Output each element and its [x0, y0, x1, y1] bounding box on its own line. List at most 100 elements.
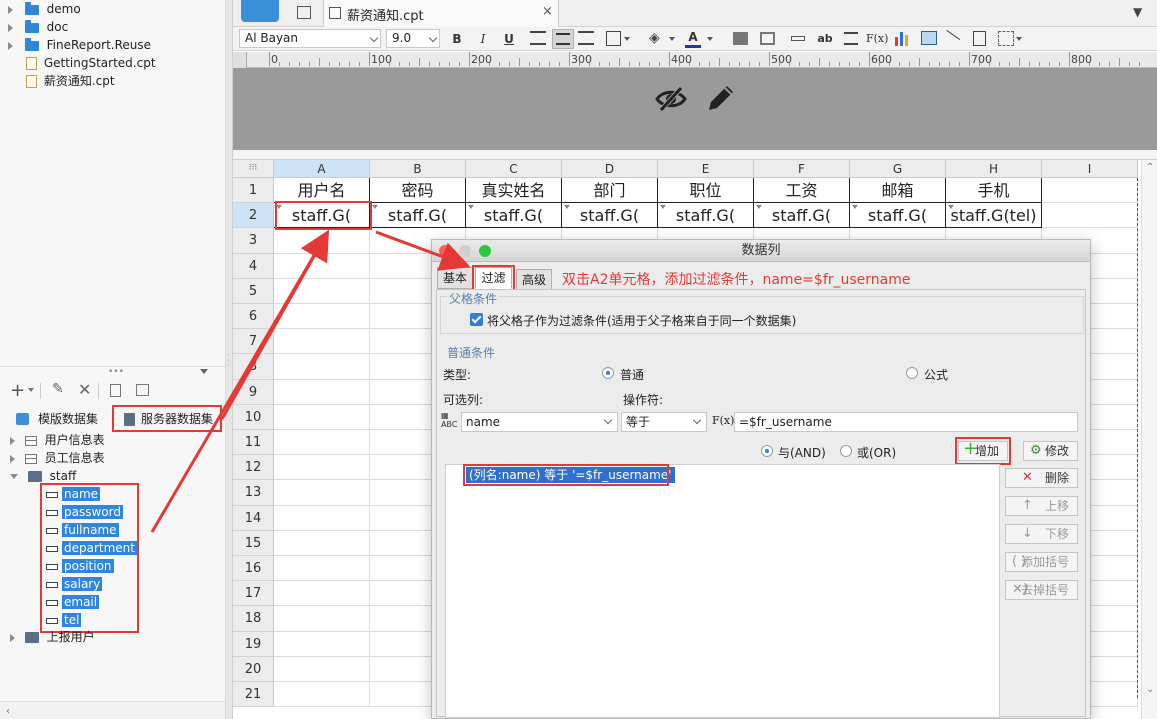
row-header[interactable]: 13	[233, 480, 274, 506]
row-header[interactable]: 10	[233, 404, 274, 430]
multiline-text-icon[interactable]	[844, 32, 858, 45]
delete-icon[interactable]: ✕	[78, 380, 91, 399]
chevron-down-icon[interactable]	[624, 37, 630, 41]
row-header[interactable]: 21	[233, 682, 274, 708]
table-cell[interactable]	[274, 253, 370, 279]
scroll-left-icon[interactable]: ‹	[6, 706, 10, 717]
remove-bracket-button[interactable]: ✕) 去掉括号	[1005, 580, 1078, 600]
subreport-icon[interactable]	[973, 31, 986, 46]
table-cell[interactable]	[1042, 178, 1138, 204]
expand-icon[interactable]	[8, 5, 13, 14]
move-up-button[interactable]: ↑ 上移	[1005, 496, 1078, 516]
type-normal-radio[interactable]	[602, 367, 614, 379]
zoom-window-icon[interactable]	[479, 245, 491, 257]
row-header[interactable]: 17	[233, 581, 274, 607]
formula-button[interactable]: F(x)	[866, 30, 888, 48]
fill-color-icon[interactable]: ◈	[649, 30, 660, 46]
dataset-query-icon[interactable]	[136, 384, 149, 396]
table-cell[interactable]: staff.G(	[466, 203, 562, 229]
font-color-button[interactable]: A	[685, 30, 701, 48]
underline-button[interactable]: U	[501, 30, 517, 48]
horizontal-scrollbar[interactable]: ‹	[0, 701, 225, 719]
chevron-down-icon[interactable]	[707, 37, 713, 41]
row-header[interactable]: 15	[233, 530, 274, 556]
row-header[interactable]: 4	[233, 253, 274, 279]
font-family-select[interactable]: Al Bayan	[239, 29, 381, 48]
unmerge-cells-icon[interactable]	[760, 32, 775, 45]
table-cell[interactable]: 职位	[658, 178, 754, 204]
expand-icon[interactable]	[10, 436, 15, 445]
row-header[interactable]: 20	[233, 656, 274, 682]
row-header[interactable]: 1	[233, 178, 274, 204]
ds-item-employee-info[interactable]: 员工信息表	[10, 449, 105, 467]
image-icon[interactable]	[921, 31, 937, 45]
ds-item-user-info[interactable]: 用户信息表	[10, 431, 105, 449]
table-cell[interactable]: staff.G(tel)	[946, 203, 1042, 229]
and-radio[interactable]	[761, 445, 773, 457]
table-cell[interactable]: staff.G(	[370, 203, 466, 229]
table-cell[interactable]	[274, 354, 370, 380]
select-all-corner[interactable]: ⁝⁝⁝	[233, 160, 274, 178]
table-cell[interactable]: staff.G(	[754, 203, 850, 229]
table-cell[interactable]: staff.G(	[850, 203, 946, 229]
parent-filter-checkbox[interactable]	[470, 313, 483, 326]
tree-item-finereport-reuse[interactable]: FineReport.Reuse	[8, 36, 151, 54]
table-cell[interactable]	[274, 505, 370, 531]
column-header[interactable]: A	[274, 160, 370, 178]
operator-select[interactable]: 等于	[621, 412, 707, 432]
row-header[interactable]: 12	[233, 455, 274, 481]
table-cell[interactable]	[274, 480, 370, 506]
row-header[interactable]: 19	[233, 631, 274, 657]
column-header[interactable]: I	[1042, 160, 1138, 178]
row-header[interactable]: 6	[233, 304, 274, 330]
font-size-select[interactable]: 9.0	[386, 29, 440, 48]
table-cell[interactable]	[274, 404, 370, 430]
text-ab-button[interactable]: ab	[816, 30, 834, 48]
widget-icon[interactable]	[998, 31, 1014, 46]
bold-button[interactable]: B	[449, 30, 465, 48]
row-header[interactable]: 2	[233, 203, 274, 229]
modify-condition-button[interactable]: ⚙ 修改	[1023, 441, 1078, 461]
row-header[interactable]: 16	[233, 556, 274, 582]
tab-advanced[interactable]: 高级	[516, 269, 552, 291]
hidden-eye-icon[interactable]	[655, 86, 687, 112]
table-cell[interactable]	[274, 530, 370, 556]
row-header[interactable]: 7	[233, 329, 274, 355]
edit-icon[interactable]: ✎	[52, 381, 64, 397]
table-cell[interactable]	[274, 656, 370, 682]
table-cell[interactable]: staff.G(	[562, 203, 658, 229]
row-header[interactable]: 14	[233, 505, 274, 531]
scroll-down-icon[interactable]: ⌄	[1146, 684, 1154, 695]
table-cell[interactable]	[274, 329, 370, 355]
table-cell[interactable]	[274, 682, 370, 708]
expand-icon[interactable]	[8, 23, 13, 32]
panel-divider[interactable]: · · ·	[226, 0, 233, 719]
tree-item-gettingstarted[interactable]: GettingStarted.cpt	[26, 54, 156, 72]
minimize-window-icon[interactable]	[459, 245, 471, 257]
tree-item-salary-notice[interactable]: 薪资通知.cpt	[26, 72, 115, 90]
table-cell[interactable]	[274, 304, 370, 330]
move-down-button[interactable]: ↓ 下移	[1005, 524, 1078, 544]
table-cell[interactable]	[274, 556, 370, 582]
column-header[interactable]: B	[370, 160, 466, 178]
italic-button[interactable]: I	[475, 30, 491, 48]
collapse-icon[interactable]	[10, 474, 18, 479]
chevron-down-icon[interactable]	[1016, 37, 1022, 41]
table-cell[interactable]	[274, 430, 370, 456]
table-cell[interactable]	[274, 228, 370, 254]
table-cell[interactable]: 密码	[370, 178, 466, 204]
formula-fx-button[interactable]: F(x)	[712, 414, 734, 427]
align-left-icon[interactable]	[530, 31, 546, 45]
table-cell[interactable]	[274, 581, 370, 607]
align-right-icon[interactable]	[578, 31, 594, 45]
chart-icon[interactable]	[895, 31, 909, 46]
row-header[interactable]: 18	[233, 606, 274, 632]
table-cell[interactable]: staff.G(	[658, 203, 754, 229]
table-cell[interactable]: 部门	[562, 178, 658, 204]
table-cell[interactable]	[274, 278, 370, 304]
table-cell[interactable]	[274, 379, 370, 405]
border-icon[interactable]	[606, 31, 621, 46]
tree-item-demo[interactable]: demo	[8, 0, 81, 18]
merge-cells-icon[interactable]	[733, 32, 748, 45]
add-dataset-icon[interactable]: +	[10, 380, 25, 401]
